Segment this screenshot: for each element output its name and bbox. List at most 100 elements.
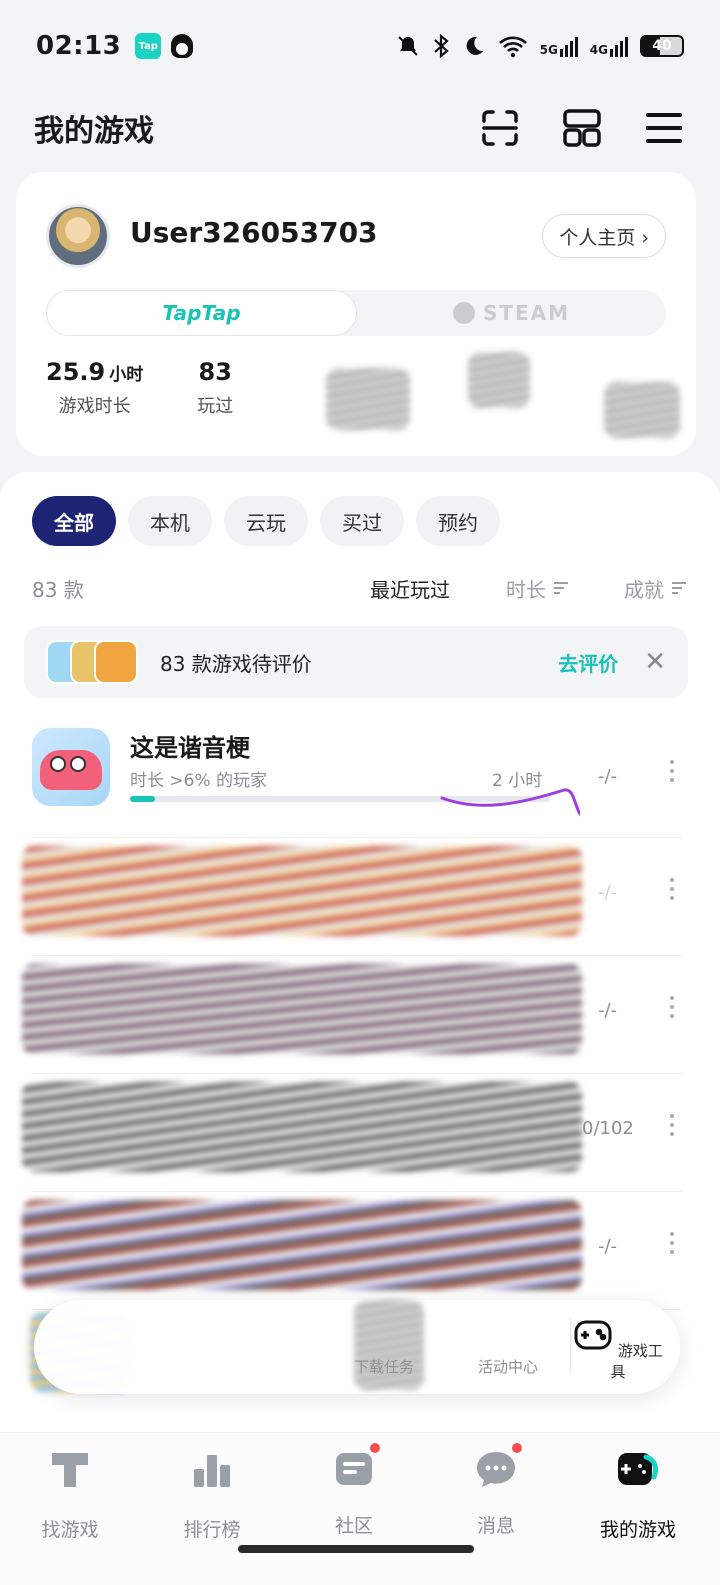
chip-all[interactable]: 全部 [32, 496, 116, 546]
game-tools-button[interactable]: 游戏工具 [568, 1318, 668, 1382]
grid-icon[interactable] [560, 106, 604, 150]
kebab-icon[interactable] [670, 760, 676, 787]
page-title: 我的游戏 [34, 114, 154, 149]
my-games-icon [618, 1453, 659, 1485]
games-count: 83 款 [32, 577, 84, 602]
menu-icon[interactable] [642, 106, 686, 150]
ranking-icon [194, 1455, 230, 1487]
purple-annotation [440, 788, 580, 816]
signal-5g: 5G [540, 35, 578, 57]
nav-community[interactable]: 社区 [294, 1441, 414, 1538]
notification-dot [510, 1441, 524, 1455]
taptap-t-icon [52, 1453, 88, 1487]
chip-local[interactable]: 本机 [128, 496, 212, 546]
kebab-icon[interactable] [670, 1114, 676, 1141]
status-time: 02:13 [36, 31, 122, 61]
nav-label: 找游戏 [41, 1519, 99, 1541]
game-row[interactable]: 这是谐音梗 时长 >6% 的玩家 2 小时 -/- [32, 720, 682, 838]
username: User326053703 [130, 216, 378, 249]
sort-recent[interactable]: 最近玩过 [370, 574, 450, 603]
achievement-count: -/- [598, 882, 618, 903]
redacted-game [22, 1200, 582, 1290]
nav-my-games[interactable]: 我的游戏 [578, 1447, 698, 1542]
activity-center-label: 活动中心 [477, 1358, 538, 1376]
nav-label: 我的游戏 [599, 1519, 676, 1541]
nav-ranking[interactable]: 排行榜 [152, 1447, 272, 1542]
nav-label: 消息 [476, 1515, 515, 1537]
sort-achievement-label: 成就 [624, 577, 664, 602]
review-banner[interactable]: 83 款游戏待评价 去评价 ✕ [24, 626, 688, 698]
sort-row: 83 款 最近玩过 时长 成就 [32, 568, 686, 608]
nav-label: 社区 [334, 1515, 373, 1537]
game-name: 这是谐音梗 [130, 734, 250, 762]
message-icon [474, 1441, 524, 1491]
tab-taptap[interactable]: TapTap [46, 290, 357, 336]
chip-bought[interactable]: 买过 [320, 496, 404, 546]
steam-icon [452, 302, 475, 324]
close-icon[interactable]: ✕ [644, 647, 666, 677]
taptap-status-icon: Tap [135, 33, 162, 59]
status-indicators: 5G 4G 40 [396, 34, 684, 58]
game-row[interactable]: -/- [22, 1192, 682, 1310]
filter-chips: 全部 本机 云玩 买过 预约 [32, 496, 500, 546]
activity-icon [488, 1318, 528, 1352]
kebab-icon[interactable] [670, 996, 676, 1023]
tab-steam[interactable]: STEAM [357, 290, 666, 336]
nav-find-games[interactable]: 找游戏 [10, 1447, 130, 1542]
game-subtitle: 时长 >6% 的玩家 [130, 771, 268, 791]
stat-playtime[interactable]: 25.9 小时 游戏时长 [46, 358, 143, 418]
battery-indicator: 40 [640, 35, 684, 57]
gamepad-icon [574, 1320, 612, 1350]
kebab-icon[interactable] [670, 1232, 676, 1259]
chip-reserved[interactable]: 预约 [416, 496, 500, 546]
activity-center-button[interactable]: 活动中心 [458, 1318, 558, 1377]
stat-played[interactable]: 83 玩过 [197, 358, 233, 418]
profile-stats: 25.9 小时 游戏时长 83 玩过 [46, 358, 287, 418]
download-tasks-button[interactable]: 下载任务 [334, 1318, 434, 1377]
redacted-stat [604, 382, 680, 438]
achievement-count: -/- [598, 766, 618, 787]
profile-home-button[interactable]: 个人主页 › [542, 214, 666, 258]
sort-achievement[interactable]: 成就 [624, 574, 686, 603]
redacted-stat [468, 352, 530, 408]
achievement-count: -/- [598, 1000, 618, 1021]
page-header: 我的游戏 [0, 92, 720, 164]
sort-icon [672, 582, 686, 594]
game-tools-label: 游戏工具 [610, 1342, 663, 1381]
game-row[interactable]: 0/102 [22, 1074, 682, 1192]
status-bar: 02:13 Tap 5G 4G 40 [0, 0, 720, 92]
bluetooth-icon [433, 34, 449, 58]
redacted-stat [326, 368, 410, 430]
notification-dot [368, 1441, 382, 1455]
sort-duration[interactable]: 时长 [506, 574, 568, 603]
game-icon [32, 728, 110, 806]
game-row[interactable]: -/- [22, 838, 682, 956]
download-tasks-label: 下载任务 [353, 1358, 414, 1376]
game-row[interactable]: -/- [22, 956, 682, 1074]
platform-tabs: TapTap STEAM [46, 290, 666, 336]
playtime-progress-fill [130, 796, 156, 802]
redacted-game [22, 964, 582, 1054]
stat-played-value: 83 [198, 358, 232, 386]
bottom-nav: 找游戏 排行榜 社区 消息 我的游戏 [0, 1432, 720, 1585]
floating-toolbar: 下载任务 活动中心 游戏工具 [34, 1300, 680, 1394]
tab-steam-label: STEAM [482, 301, 571, 325]
sort-duration-label: 时长 [506, 577, 546, 602]
community-icon [332, 1441, 382, 1491]
review-prompt: 83 款游戏待评价 [160, 651, 312, 676]
chip-cloud[interactable]: 云玩 [224, 496, 308, 546]
achievement-count: 0/102 [582, 1118, 634, 1139]
bell-off-icon [397, 36, 418, 56]
stat-playtime-value: 25.9 [46, 358, 106, 386]
go-review-button[interactable]: 去评价 [558, 648, 618, 677]
redacted-game [22, 846, 582, 936]
kebab-icon[interactable] [670, 878, 676, 905]
stat-played-label: 玩过 [197, 396, 234, 417]
home-indicator [238, 1545, 474, 1553]
nav-label: 排行榜 [183, 1519, 241, 1541]
avatar[interactable] [46, 204, 110, 268]
redacted-game [22, 1082, 582, 1172]
nav-messages[interactable]: 消息 [436, 1441, 556, 1538]
game-thumbnail [94, 640, 138, 684]
scan-icon[interactable] [478, 106, 522, 150]
